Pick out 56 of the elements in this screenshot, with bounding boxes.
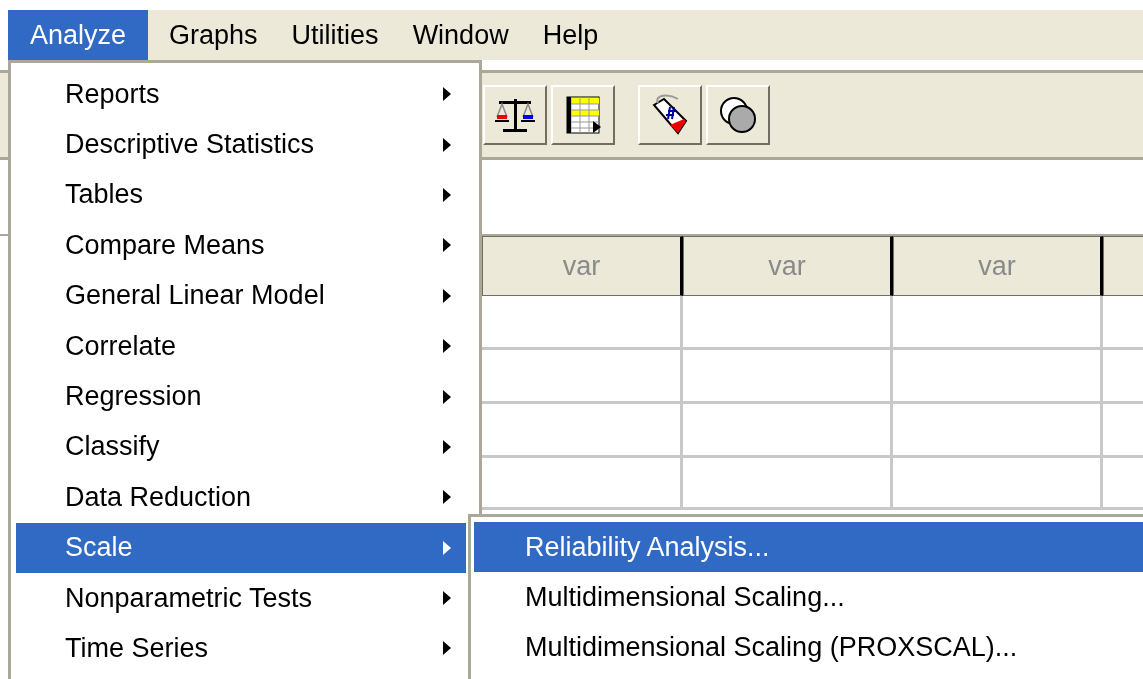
menu-item-label: Time Series bbox=[65, 633, 210, 664]
menu-item-label: Correlate bbox=[65, 330, 178, 362]
table-cell[interactable] bbox=[683, 404, 893, 458]
table-cell[interactable] bbox=[683, 350, 893, 404]
menu-item[interactable]: Regression bbox=[16, 371, 466, 422]
menu-item-label: Compare Means bbox=[65, 229, 266, 261]
submenu-arrow-icon bbox=[442, 388, 452, 405]
submenu-arrow-icon bbox=[442, 590, 452, 607]
menu-item-label: Tables bbox=[65, 179, 145, 211]
menu-item[interactable]: Reports bbox=[16, 69, 466, 120]
menu-item[interactable]: Time Series bbox=[16, 623, 466, 674]
menu-item-label: General Linear Model bbox=[65, 280, 326, 312]
menu-item[interactable]: Window bbox=[395, 10, 526, 60]
circles-button[interactable] bbox=[706, 85, 770, 145]
menu-item-label: Scale bbox=[65, 532, 134, 564]
table-cell[interactable] bbox=[893, 458, 1103, 510]
submenu-arrow-icon bbox=[442, 136, 452, 153]
menu-item[interactable]: Nonparametric Tests bbox=[16, 572, 466, 624]
menu-item[interactable]: Scale bbox=[16, 522, 466, 573]
menu-item[interactable]: Multidimensional Scaling... bbox=[474, 572, 1143, 623]
menu-item-label: Nonparametric Tests bbox=[65, 582, 314, 614]
menu-item[interactable]: Descriptive Statistics bbox=[16, 119, 466, 170]
menu-item-label: Reports bbox=[65, 78, 161, 110]
table-cell[interactable] bbox=[683, 458, 893, 510]
table-cell[interactable] bbox=[893, 404, 1103, 458]
submenu-arrow-icon bbox=[442, 86, 452, 103]
scale-button[interactable] bbox=[483, 85, 547, 145]
menu-item[interactable]: Reliability Analysis... bbox=[474, 522, 1143, 573]
table-cell[interactable] bbox=[683, 296, 893, 350]
menu-item-label: Descriptive Statistics bbox=[65, 129, 316, 161]
menu-item[interactable]: Compare Means bbox=[16, 220, 466, 271]
menu-item-label: Regression bbox=[65, 381, 203, 413]
table-cell[interactable] bbox=[893, 350, 1103, 404]
tag-button[interactable] bbox=[638, 85, 702, 145]
submenu-arrow-icon bbox=[442, 338, 452, 355]
menu-item[interactable]: Analyze bbox=[8, 10, 149, 60]
table-cell[interactable] bbox=[893, 296, 1103, 350]
menu-item[interactable]: Tables bbox=[16, 169, 466, 221]
menu-item[interactable]: Help bbox=[525, 10, 616, 60]
submenu-arrow-icon bbox=[442, 186, 452, 203]
submenu-arrow-icon bbox=[442, 438, 452, 455]
menu-item[interactable]: Graphs bbox=[152, 10, 275, 60]
submenu-arrow-icon bbox=[442, 640, 452, 657]
menu-item[interactable]: Classify bbox=[16, 421, 466, 473]
submenu-arrow-icon bbox=[442, 539, 452, 556]
menu-item[interactable]: Correlate bbox=[16, 320, 466, 372]
submenu-arrow-icon bbox=[442, 237, 452, 254]
submenu-arrow-icon bbox=[442, 489, 452, 506]
table-button[interactable] bbox=[551, 85, 615, 145]
menu-item[interactable]: Utilities bbox=[274, 10, 396, 60]
menu-item-label: Data Reduction bbox=[65, 481, 253, 513]
menu-item[interactable]: Multidimensional Scaling (PROXSCAL)... bbox=[474, 622, 1143, 674]
menu-item-label: Classify bbox=[65, 431, 161, 463]
menu-item[interactable]: Data Reduction bbox=[16, 472, 466, 523]
menu-item[interactable]: General Linear Model bbox=[16, 270, 466, 321]
submenu-arrow-icon bbox=[442, 287, 452, 304]
